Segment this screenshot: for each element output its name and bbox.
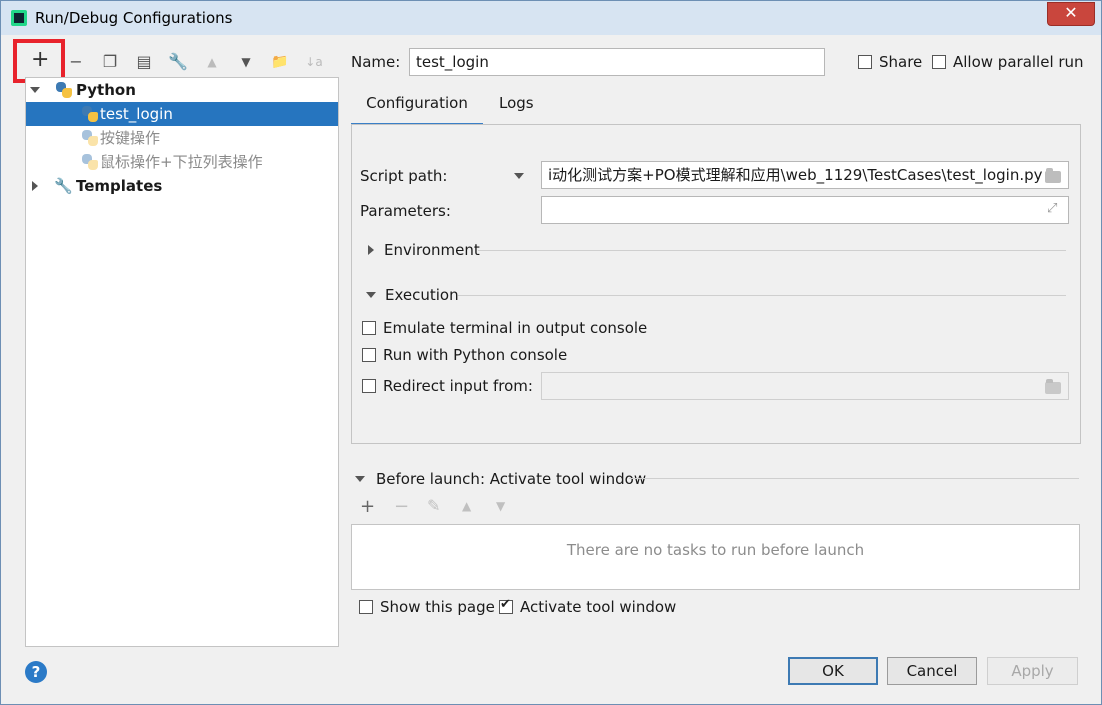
tree-node-label: Templates (76, 177, 163, 195)
python-icon (56, 82, 72, 98)
tree-item-label: 按键操作 (100, 129, 161, 147)
folder-icon[interactable] (1045, 168, 1061, 183)
remove-configuration-button[interactable]: − (65, 51, 87, 73)
execution-section-label[interactable]: Execution (385, 286, 459, 304)
tab-logs[interactable]: Logs (499, 87, 534, 123)
divider (629, 478, 1079, 479)
window-title: Run/Debug Configurations (35, 9, 233, 27)
tree-item-mouse-operation[interactable]: 鼠标操作+下拉列表操作 (26, 150, 338, 174)
tree-item-label: test_login (100, 105, 173, 123)
title-bar[interactable]: Run/Debug Configurations ✕ (1, 1, 1101, 35)
add-task-button[interactable]: + (360, 496, 375, 517)
share-checkbox[interactable] (858, 55, 872, 69)
emulate-terminal-label[interactable]: Emulate terminal in output console (383, 319, 647, 337)
configuration-tree[interactable]: Python test_login 按键操作 鼠标操作+下拉列表操作 🔧 Tem… (25, 77, 339, 647)
sort-configurations-button[interactable]: ↓a (303, 51, 325, 73)
name-label: Name: (351, 53, 401, 71)
cancel-button[interactable]: Cancel (887, 657, 977, 685)
activate-tool-window-checkbox[interactable] (499, 597, 513, 614)
wrench-icon[interactable]: 🔧 (167, 51, 189, 73)
expand-icon[interactable]: ⤢ (1047, 201, 1057, 216)
save-configuration-button[interactable]: ▤ (133, 51, 155, 73)
script-path-input[interactable]: i动化测试方案+PO模式理解和应用\web_1129\TestCases\tes… (541, 161, 1069, 189)
tab-configuration[interactable]: Configuration (351, 87, 483, 126)
environment-section-label[interactable]: Environment (384, 241, 480, 259)
share-label[interactable]: Share (879, 53, 922, 71)
ok-button[interactable]: OK (788, 657, 878, 685)
before-launch-task-list[interactable]: There are no tasks to run before launch (351, 524, 1080, 590)
python-icon (82, 106, 98, 122)
python-icon (82, 154, 98, 170)
remove-task-button[interactable]: − (394, 496, 409, 517)
run-python-console-checkbox[interactable] (362, 348, 376, 362)
task-move-down-button[interactable]: ▼ (496, 499, 505, 513)
redirect-input-field[interactable] (541, 372, 1069, 400)
allow-parallel-run-label[interactable]: Allow parallel run (953, 53, 1084, 71)
show-this-page-checkbox[interactable] (359, 600, 373, 614)
parameters-input[interactable] (541, 196, 1069, 224)
tree-item-key-operation[interactable]: 按键操作 (26, 126, 338, 150)
wrench-icon: 🔧 (54, 177, 73, 195)
empty-tasks-text: There are no tasks to run before launch (566, 541, 865, 559)
tree-node-templates[interactable]: 🔧 Templates (26, 174, 338, 198)
tree-node-python[interactable]: Python (26, 78, 338, 102)
name-input[interactable]: test_login (409, 48, 825, 76)
help-icon[interactable]: ? (25, 661, 47, 683)
chevron-right-icon[interactable] (368, 245, 374, 255)
before-launch-label[interactable]: Before launch: Activate tool window (376, 470, 646, 488)
divider (478, 250, 1066, 251)
divider (458, 295, 1066, 296)
edit-task-button[interactable]: ✎ (427, 496, 440, 515)
pycharm-logo-icon (11, 10, 27, 26)
chevron-down-icon[interactable] (366, 292, 376, 298)
configuration-panel: Script path: i动化测试方案+PO模式理解和应用\web_1129\… (351, 124, 1081, 444)
redirect-input-checkbox[interactable] (362, 379, 376, 393)
move-down-button[interactable]: ▼ (235, 51, 257, 73)
chevron-down-icon[interactable] (355, 476, 365, 482)
task-move-up-button[interactable]: ▲ (462, 499, 471, 513)
script-type-dropdown[interactable] (514, 173, 524, 179)
new-folder-button[interactable]: 📁 (269, 51, 291, 73)
tree-item-test-login[interactable]: test_login (26, 102, 338, 126)
tree-item-label: 鼠标操作+下拉列表操作 (100, 153, 263, 171)
dialog-body: + − ❐ ▤ 🔧 ▲ ▼ 📁 ↓a Python test_login 按键操… (9, 35, 1095, 699)
add-configuration-button[interactable]: + (31, 49, 49, 71)
python-icon (82, 130, 98, 146)
run-python-console-label[interactable]: Run with Python console (383, 346, 567, 364)
script-path-label: Script path: (360, 167, 448, 185)
show-this-page-label[interactable]: Show this page (380, 598, 495, 616)
activate-tool-window-label[interactable]: Activate tool window (520, 598, 676, 616)
move-up-button[interactable]: ▲ (201, 51, 223, 73)
chevron-down-icon[interactable] (30, 87, 40, 93)
folder-icon[interactable] (1045, 379, 1061, 394)
chevron-right-icon[interactable] (32, 181, 38, 191)
parameters-label: Parameters: (360, 202, 451, 220)
copy-configuration-button[interactable]: ❐ (99, 51, 121, 73)
emulate-terminal-checkbox[interactable] (362, 321, 376, 335)
run-debug-dialog: Run/Debug Configurations ✕ + − ❐ ▤ 🔧 ▲ ▼… (0, 0, 1102, 705)
allow-parallel-run-checkbox[interactable] (932, 55, 946, 69)
tree-node-label: Python (76, 81, 136, 99)
close-button[interactable]: ✕ (1047, 2, 1095, 26)
redirect-input-label[interactable]: Redirect input from: (383, 377, 533, 395)
apply-button[interactable]: Apply (987, 657, 1078, 685)
